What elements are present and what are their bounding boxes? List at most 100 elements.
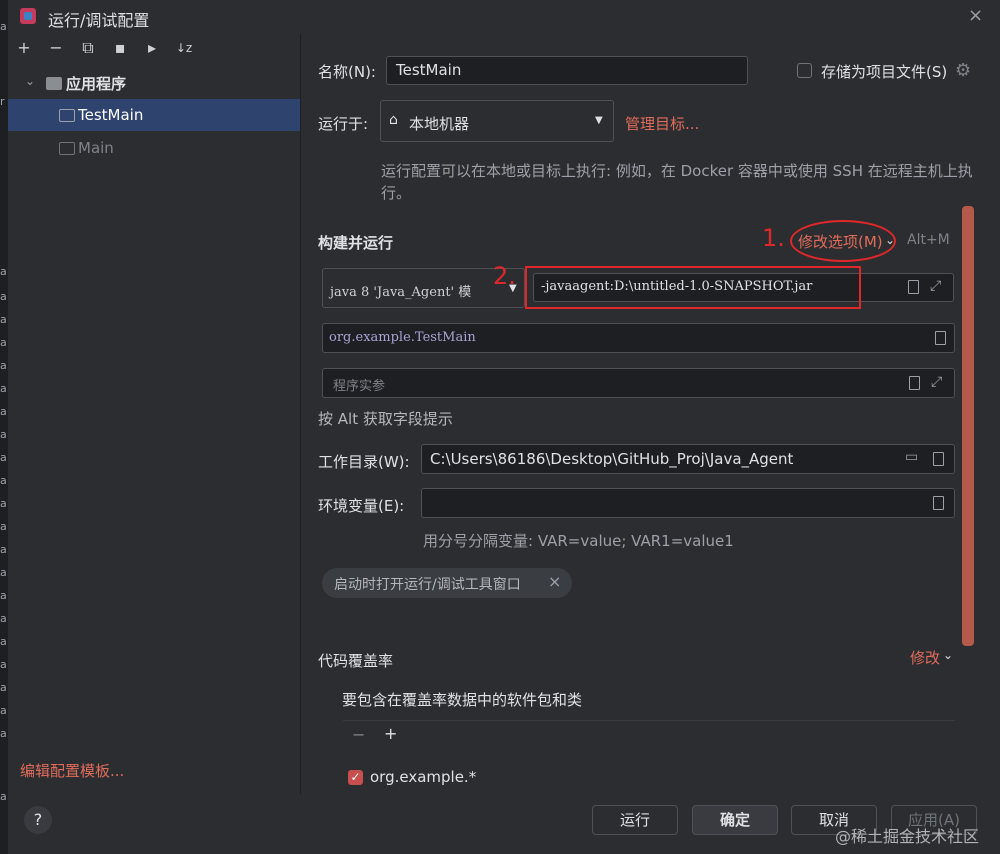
coverage-item-label: org.example.* [370, 768, 477, 786]
chevron-down-icon[interactable]: ⌄ [25, 74, 35, 88]
alt-hint: 按 Alt 获取字段提示 [318, 410, 453, 428]
workdir-label: 工作目录(W): [318, 453, 410, 471]
scrollbar[interactable] [962, 206, 974, 646]
chip-label: 启动时打开运行/调试工具窗口 [334, 577, 521, 593]
left-editor-strip [0, 0, 8, 854]
annotation-rect [525, 266, 861, 309]
add-icon[interactable]: + [384, 724, 397, 743]
program-args-field[interactable]: 程序实参 ⤢ [322, 368, 955, 398]
folder-open-icon[interactable]: ▭ [905, 449, 918, 465]
name-field[interactable]: TestMain [386, 56, 748, 85]
close-icon[interactable]: × [968, 5, 983, 26]
run-on-select[interactable]: ⌂ 本地机器 ▼ [380, 100, 614, 142]
name-value: TestMain [396, 61, 462, 79]
strip-char: a [0, 336, 7, 349]
strip-char: r [0, 95, 5, 108]
program-args-placeholder: 程序实参 [333, 379, 386, 394]
coverage-list [343, 720, 955, 801]
sort-icon[interactable]: ↓z [174, 41, 194, 55]
strip-char: a [0, 727, 7, 740]
tree-group-application[interactable]: 应用程序 [66, 73, 126, 94]
name-label: 名称(N): [318, 63, 376, 81]
workdir-field[interactable]: C:\Users\86186\Desktop\GitHub_Proj\Java_… [421, 444, 955, 474]
home-icon: ⌂ [389, 112, 398, 128]
file-icon[interactable] [909, 376, 920, 390]
chevron-down-icon[interactable]: ⌄ [885, 233, 895, 247]
tree-item-main[interactable]: Main [78, 139, 114, 157]
file-icon[interactable] [935, 331, 946, 345]
build-run-title: 构建并运行 [318, 234, 394, 252]
strip-char: a [0, 290, 7, 303]
main-class-field[interactable]: org.example.TestMain [322, 323, 955, 353]
strip-char: a [0, 474, 7, 487]
jdk-value: java 8 'Java_Agent' 模 [330, 285, 472, 300]
main-class-value: org.example.TestMain [329, 330, 476, 345]
strip-char: a [0, 451, 7, 464]
run-config-icon [59, 109, 75, 122]
strip-char: a [0, 520, 7, 533]
chevron-down-icon[interactable]: ⌄ [943, 648, 953, 662]
dialog-title: 运行/调试配置 [48, 11, 150, 30]
run-config-icon [59, 142, 75, 155]
run-button[interactable]: 运行 [592, 805, 678, 835]
strip-char: a [0, 658, 7, 671]
expand-icon[interactable]: ⤢ [930, 278, 941, 294]
file-icon[interactable] [908, 280, 919, 294]
tree-item-selected-highlight[interactable] [8, 99, 300, 131]
gear-icon[interactable]: ⚙ [955, 60, 971, 81]
strip-char: a [0, 681, 7, 694]
run-on-hint: 运行配置可以在本地或目标上执行: 例如，在 Docker 容器中或使用 SSH … [381, 162, 973, 202]
coverage-title: 代码覆盖率 [318, 652, 394, 670]
panel-divider[interactable] [300, 34, 301, 794]
modify-options-shortcut: Alt+M [907, 232, 950, 248]
strip-char: a [0, 428, 7, 441]
env-label: 环境变量(E): [318, 497, 405, 515]
coverage-item-checkbox[interactable]: ✓ [348, 770, 363, 785]
run-on-label: 运行于: [318, 115, 369, 133]
strip-char: a [0, 612, 7, 625]
strip-char: a [0, 359, 7, 372]
dropdown-arrow-icon: ▼ [595, 115, 603, 126]
strip-char: a [0, 790, 7, 803]
run-on-value: 本地机器 [409, 115, 470, 133]
strip-char: a [0, 589, 7, 602]
file-icon[interactable] [933, 452, 944, 466]
app-logo-icon [20, 8, 36, 24]
tree-item-testmain[interactable]: TestMain [78, 106, 143, 124]
strip-char: a [0, 566, 7, 579]
edit-templates-link[interactable]: 编辑配置模板... [20, 760, 124, 781]
strip-char: a [0, 543, 7, 556]
strip-char: a [0, 382, 7, 395]
manage-targets-link[interactable]: 管理目标... [625, 113, 699, 134]
help-button[interactable]: ? [24, 806, 52, 834]
annotation-number-2: 2. [493, 262, 516, 290]
strip-char: a [0, 405, 7, 418]
remove-icon[interactable]: − [46, 38, 66, 57]
env-hint: 用分号分隔变量: VAR=value; VAR1=value1 [423, 532, 734, 550]
strip-char: a [0, 20, 7, 33]
open-tool-window-chip[interactable]: 启动时打开运行/调试工具窗口 × [322, 568, 572, 598]
strip-char: a [0, 265, 7, 278]
coverage-include-label: 要包含在覆盖率数据中的软件包和类 [342, 691, 583, 709]
remove-icon[interactable]: − [352, 725, 365, 744]
move-to-folder-icon[interactable]: ▸ [142, 38, 162, 57]
add-icon[interactable]: + [14, 38, 34, 57]
ok-button[interactable]: 确定 [692, 805, 778, 835]
workdir-value: C:\Users\86186\Desktop\GitHub_Proj\Java_… [430, 450, 794, 468]
file-icon[interactable] [933, 496, 944, 510]
annotation-number-1: 1. [762, 224, 785, 252]
strip-char: a [0, 497, 7, 510]
store-as-project-file-checkbox[interactable] [797, 63, 812, 78]
save-icon[interactable]: ▪ [110, 38, 130, 57]
close-icon[interactable]: × [548, 572, 561, 591]
copy-icon[interactable]: ⧉ [78, 38, 98, 58]
expand-icon[interactable]: ⤢ [931, 374, 942, 390]
env-field[interactable] [421, 488, 955, 518]
store-as-project-file-label: 存储为项目文件(S) [821, 63, 948, 81]
strip-char: a [0, 313, 7, 326]
coverage-modify-link[interactable]: 修改 [910, 647, 940, 668]
strip-char: a [0, 704, 7, 717]
modify-options-link[interactable]: 修改选项(M) [798, 231, 883, 252]
application-folder-icon [46, 77, 62, 90]
watermark: @稀土掘金技术社区 [835, 827, 980, 846]
